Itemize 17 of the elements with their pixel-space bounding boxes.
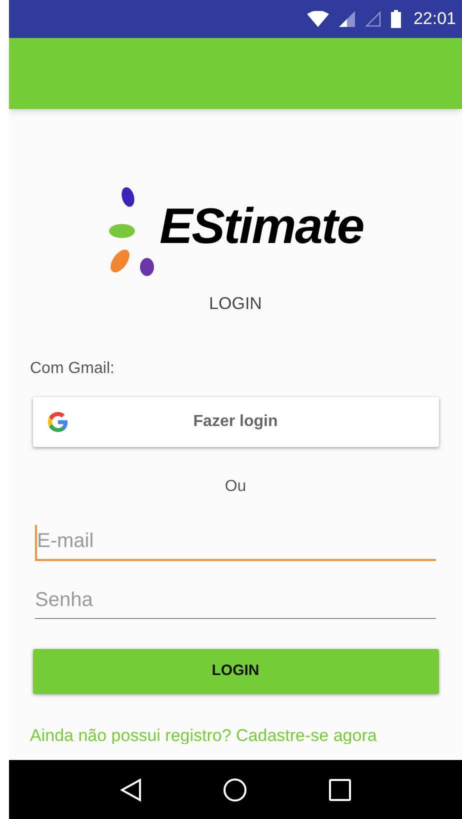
- battery-icon: [391, 10, 402, 28]
- wifi-icon: [307, 11, 330, 27]
- logo: EStimate: [108, 185, 364, 277]
- recent-apps-icon[interactable]: [329, 778, 352, 800]
- clock: 22:01: [413, 8, 456, 30]
- back-icon[interactable]: [120, 778, 142, 802]
- separator-text: Ou: [224, 476, 246, 496]
- signal-icon: [365, 11, 382, 27]
- heading: LOGIN: [209, 293, 262, 315]
- section-label: Com Gmail:: [30, 358, 116, 378]
- google-sign-in-button[interactable]: Fazer login: [32, 396, 438, 446]
- input-field[interactable]: E-mail: [35, 524, 436, 560]
- google-icon: [46, 410, 70, 434]
- signal-icon: [339, 11, 356, 27]
- input-field[interactable]: Senha: [35, 582, 436, 618]
- login-button[interactable]: LOGIN: [32, 648, 438, 694]
- home-icon[interactable]: [223, 778, 248, 802]
